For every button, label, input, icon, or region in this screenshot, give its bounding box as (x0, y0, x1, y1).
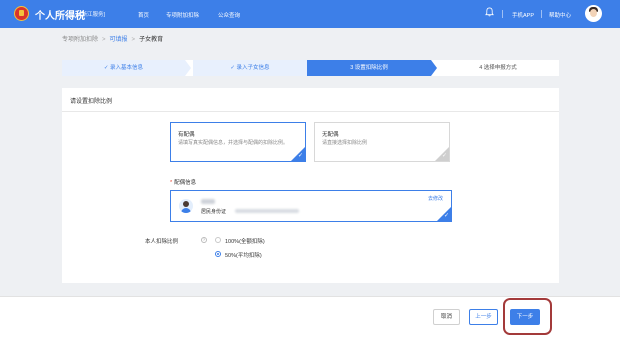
region-label: [浙江服务] (80, 12, 106, 18)
help-center-link[interactable]: 帮助中心 (549, 11, 571, 19)
highlight-box (503, 298, 552, 335)
breadcrumb-item[interactable]: 专项附加扣除 (62, 37, 98, 43)
breadcrumb-item[interactable]: 可填报 (110, 37, 128, 43)
option-no-spouse[interactable]: 无配偶 请直接选择扣除比例 ✓ (314, 122, 450, 162)
option-title: 无配偶 (322, 132, 339, 138)
header-divider (541, 10, 542, 18)
option-description: 请填写真实配偶信息，并选择与配偶的扣除比例。 (178, 140, 289, 146)
deduction-ratio-card: 请设置扣除比例 有配偶 请填写真实配偶信息，并选择与配偶的扣除比例。 ✓ 无配偶… (62, 88, 559, 283)
progress-steps: ✓ 录入基本信息 ✓ 录入子女信息 3 设置扣除比例 4 选择申报方式 (62, 60, 559, 76)
user-avatar[interactable] (585, 5, 602, 22)
previous-step-button[interactable]: 上一步 (469, 309, 498, 325)
person-avatar (179, 199, 193, 213)
option-description: 请直接选择扣除比例 (322, 140, 368, 146)
check-icon: ✓ (443, 213, 449, 219)
section-title: 请设置扣除比例 (70, 99, 113, 105)
breadcrumb-current: 子女教育 (139, 37, 164, 43)
option-title: 有配偶 (178, 132, 195, 138)
redacted-name (201, 199, 215, 204)
nav-home[interactable]: 首页 (138, 11, 149, 19)
site-title[interactable]: 个人所得税 (35, 7, 85, 22)
tax-emblem-icon (14, 6, 29, 21)
step-filing-method: 4 选择申报方式 (437, 60, 559, 76)
spouse-info-box[interactable]: 居民身份证 去修改 ✓ (170, 190, 452, 222)
bell-icon[interactable] (485, 7, 494, 17)
top-navigation-bar: 个人所得税 [浙江服务] 首页 专项附加扣除 公众查询 手机APP 帮助中心 (0, 0, 620, 28)
divider (62, 111, 559, 112)
check-icon: ✓ (441, 153, 447, 159)
spouse-info-label: * 配偶信息 (170, 180, 197, 186)
option-has-spouse[interactable]: 有配偶 请填写真实配偶信息，并选择与配偶的扣除比例。 ✓ (170, 122, 306, 162)
radio-label[interactable]: 100%(全额扣除) (225, 237, 265, 245)
header-divider (502, 10, 503, 18)
help-icon[interactable]: ? (201, 237, 207, 243)
nav-special-deductions[interactable]: 专项附加扣除 (166, 11, 199, 19)
radio-half-deduction[interactable] (215, 251, 221, 257)
check-icon: ✓ (297, 153, 303, 159)
step-child-info: ✓ 录入子女信息 (193, 60, 307, 76)
step-basic-info: ✓ 录入基本信息 (62, 60, 185, 76)
radio-label[interactable]: 50%(平均扣除) (225, 251, 262, 259)
nav-public-query[interactable]: 公众查询 (218, 11, 240, 19)
step-deduction-ratio: 3 设置扣除比例 (307, 60, 431, 76)
radio-full-deduction[interactable] (215, 237, 221, 243)
redacted-id-number (235, 209, 299, 213)
mobile-app-link[interactable]: 手机APP (512, 11, 534, 19)
modify-link[interactable]: 去修改 (428, 195, 443, 202)
cancel-button[interactable]: 取消 (433, 309, 460, 325)
ratio-label: 本人扣除比例 (145, 239, 179, 245)
id-type: 居民身份证 (201, 209, 227, 215)
breadcrumb: 专项附加扣除 > 可填报 > 子女教育 (62, 37, 164, 43)
